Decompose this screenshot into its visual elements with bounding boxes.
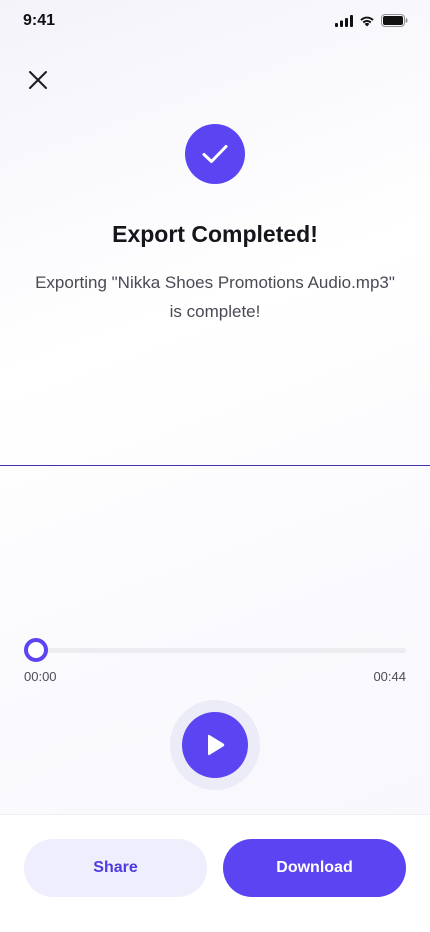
play-icon	[208, 734, 225, 756]
current-time: 00:00	[24, 669, 57, 684]
check-icon	[202, 145, 228, 163]
wifi-icon	[360, 16, 374, 26]
play-button[interactable]	[182, 712, 248, 778]
page-title: Export Completed!	[112, 221, 318, 247]
progress-knob[interactable]	[24, 638, 48, 662]
download-button[interactable]: Download	[223, 839, 406, 897]
total-time: 00:44	[373, 669, 406, 684]
divider	[0, 465, 430, 466]
status-time: 9:41	[23, 12, 56, 29]
export-message: Exporting "Nikka Shoes Promotions Audio.…	[25, 268, 405, 326]
signal-icon	[335, 14, 353, 27]
close-button[interactable]	[24, 66, 52, 94]
success-badge	[185, 124, 245, 184]
close-icon	[29, 71, 47, 89]
export-message-line-1: Exporting "Nikka Shoes Promotions Audio.…	[35, 273, 395, 292]
export-message-line-2: is complete!	[169, 302, 261, 321]
progress-track[interactable]	[36, 648, 406, 653]
battery-icon	[381, 14, 408, 27]
status-bar: 9:41	[0, 0, 430, 44]
status-icons	[335, 14, 408, 27]
share-button[interactable]: Share	[24, 839, 207, 897]
bottom-action-bar: Share Download	[0, 814, 430, 932]
play-button-halo	[170, 700, 260, 790]
